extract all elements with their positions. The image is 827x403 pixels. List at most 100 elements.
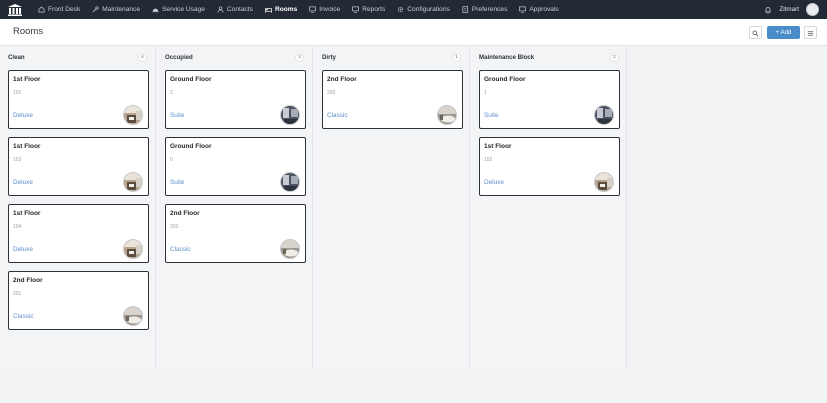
hamburger-icon [807,24,814,42]
room-number: 152 [484,157,493,163]
nav-item-configurations[interactable]: Configurations [391,0,456,19]
user-icon [217,6,224,13]
column-count: 2 [610,53,619,62]
room-type: Suite [170,179,185,186]
monitor-icon [519,6,527,13]
room-type: Deluxe [13,246,33,253]
room-number: 203 [170,224,179,230]
nav-item-invoice[interactable]: Invoice [303,0,346,19]
room-card[interactable]: Ground Floor 1 Suite [479,70,620,129]
column-title: Maintenance Block [479,54,535,61]
room-card[interactable]: Ground Floor 2 Suite [165,70,306,129]
room-thumbnail [123,105,143,125]
room-floor: Ground Floor [170,76,212,83]
nav-item-contacts[interactable]: Contacts [211,0,259,19]
nav-label: Configurations [407,6,450,13]
nav-label: Service Usage [162,6,205,13]
room-floor: 1st Floor [484,143,512,150]
menu-button[interactable] [804,26,817,39]
room-number: 1 [484,90,487,96]
wrench-icon [92,6,99,13]
room-thumbnail [280,239,300,259]
nav-label: Contacts [226,6,253,13]
top-navigation-bar: Front Desk Maintenance Service Usage Con… [0,0,827,19]
concierge-icon [152,6,159,13]
nav-label: Maintenance [102,6,141,13]
room-card[interactable]: 2nd Floor 290 Classic [322,70,463,129]
user-name[interactable]: Zitmart [779,6,799,13]
room-card[interactable]: 1st Floor 101 Deluxe [8,70,149,129]
room-number: 104 [13,224,22,230]
monitor-icon [309,6,317,13]
column-title: Clean [8,54,25,61]
monitor-icon [352,6,360,13]
room-thumbnail [280,172,300,192]
room-thumbnail [594,105,614,125]
room-type: Deluxe [13,112,33,119]
column-occupied: Occupied 3 Ground Floor 2 Suite Ground F… [157,47,313,369]
column-maintenance-block: Maintenance Block 2 Ground Floor 1 Suite… [471,47,627,369]
room-thumbnail [123,239,143,259]
room-type: Classic [327,112,348,119]
nav-label: Reports [362,6,386,13]
nav-label: Approvals [529,6,559,13]
nav-item-approvals[interactable]: Approvals [513,0,564,19]
room-type: Classic [170,246,191,253]
room-floor: 1st Floor [13,76,41,83]
room-card[interactable]: 2nd Floor 201 Classic [8,271,149,330]
user-area: Zitmart [764,0,819,19]
nav-item-rooms[interactable]: Rooms [259,0,303,19]
room-type: Deluxe [484,179,504,186]
building-logo-icon[interactable] [8,3,22,16]
room-floor: 1st Floor [13,143,41,150]
room-floor: 2nd Floor [13,277,43,284]
kanban-board: Clean 4 1st Floor 101 Deluxe 1st Floor 1… [0,47,630,369]
room-floor: 1st Floor [13,210,41,217]
room-card[interactable]: 1st Floor 104 Deluxe [8,204,149,263]
nav-label: Rooms [274,6,298,13]
room-card[interactable]: 2nd Floor 203 Classic [165,204,306,263]
column-title: Occupied [165,54,193,61]
room-floor: Ground Floor [170,143,212,150]
nav-item-service-usage[interactable]: Service Usage [146,0,211,19]
home-icon [38,6,45,13]
room-thumbnail [594,172,614,192]
room-thumbnail [280,105,300,125]
nav-item-front-desk[interactable]: Front Desk [32,0,86,19]
room-thumbnail [437,105,457,125]
room-number: 101 [13,90,22,96]
page-title: Rooms [13,26,44,37]
room-number: 2 [170,90,173,96]
page-header: Rooms [0,19,827,46]
column-count: 1 [452,53,461,62]
main-nav: Front Desk Maintenance Service Usage Con… [32,0,565,19]
nav-label: Invoice [319,6,341,13]
bed-icon [265,6,272,13]
bell-icon[interactable] [764,6,772,14]
nav-label: Front Desk [48,6,81,13]
room-number: 0 [170,157,173,163]
user-avatar[interactable] [806,3,819,16]
column-count: 3 [295,53,304,62]
room-number: 103 [13,157,22,163]
room-floor: Ground Floor [484,76,526,83]
nav-label: Preferences [471,6,508,13]
room-type: Deluxe [13,179,33,186]
column-title: Dirty [322,54,336,61]
room-floor: 2nd Floor [327,76,357,83]
column-clean: Clean 4 1st Floor 101 Deluxe 1st Floor 1… [0,47,156,369]
page-footer-area [0,369,827,403]
room-card[interactable]: 1st Floor 103 Deluxe [8,137,149,196]
nav-item-maintenance[interactable]: Maintenance [86,0,146,19]
nav-item-preferences[interactable]: Preferences [456,0,514,19]
nav-item-reports[interactable]: Reports [346,0,391,19]
gear-icon [397,6,404,13]
add-button[interactable]: + Add [767,26,800,39]
search-button[interactable] [749,26,762,39]
room-floor: 2nd Floor [170,210,200,217]
column-dirty: Dirty 1 2nd Floor 290 Classic [314,47,470,369]
room-card[interactable]: Ground Floor 0 Suite [165,137,306,196]
room-type: Suite [484,112,499,119]
room-number: 290 [327,90,336,96]
room-card[interactable]: 1st Floor 152 Deluxe [479,137,620,196]
